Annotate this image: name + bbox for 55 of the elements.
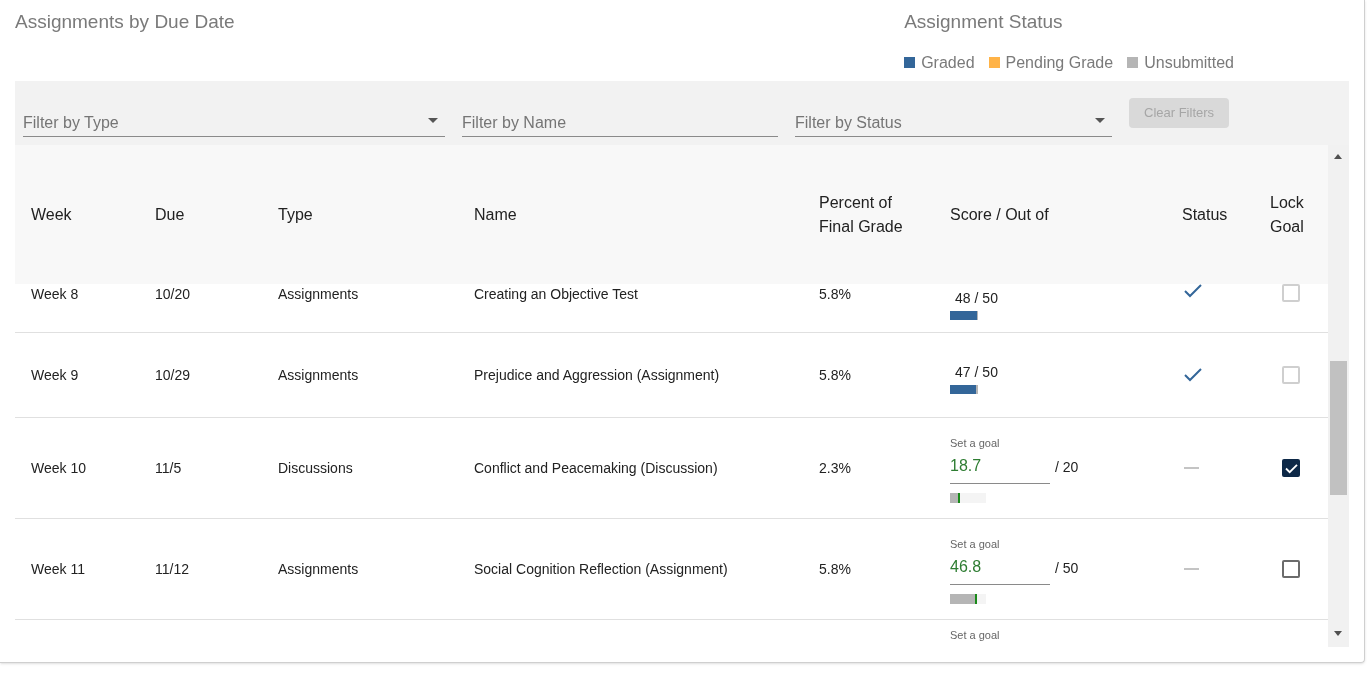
table-cell: Assignments: [278, 560, 359, 577]
column-header: Name: [474, 206, 517, 223]
table-cell: 10/20: [155, 286, 191, 302]
scroll-up-icon[interactable]: [1334, 154, 1342, 159]
table-cell: Week 8: [31, 286, 79, 302]
legend-label: Unsubmitted: [1144, 52, 1234, 73]
table-cell: 2.3%: [819, 459, 851, 476]
goal-label: Set a goal: [950, 629, 1000, 641]
table-cell: Assignments: [278, 286, 359, 302]
column-header: Due: [155, 206, 185, 223]
score-total: / 50: [974, 289, 998, 308]
lock-goal-checkbox[interactable]: [1282, 560, 1300, 578]
table-cell: Discussions: [278, 459, 353, 476]
column-header: Status: [1182, 206, 1228, 223]
legend-title: Assignment Status: [904, 10, 1064, 34]
scrollbar-thumb[interactable]: [1330, 361, 1347, 495]
table-cell: Conflict and Peacemaking (Discussion): [474, 459, 718, 476]
score-value: 47: [955, 363, 971, 382]
table-cell: 5.8%: [819, 286, 851, 302]
table-cell: Week 10: [31, 459, 86, 476]
scrollbar[interactable]: [1328, 145, 1349, 647]
table-cell: 11/12: [155, 560, 189, 577]
score-total: / 20: [1055, 457, 1079, 477]
filter-field[interactable]: Filter by Name: [462, 98, 778, 137]
lock-goal-checkbox[interactable]: [1282, 459, 1300, 477]
table-cell: 11/5: [155, 459, 182, 476]
table-cell: Prejudice and Aggression (Assignment): [474, 366, 720, 383]
column-header: Score / Out of: [950, 206, 1049, 223]
score-value: 48: [955, 289, 971, 308]
table-cell: Social Cognition Reflection (Assignment): [474, 560, 728, 577]
table-cell: Assignments: [278, 366, 359, 383]
section-title: Assignments by Due Date: [15, 10, 235, 34]
filter-dropdown[interactable]: Filter by Type: [23, 98, 445, 137]
goal-label: Set a goal: [950, 537, 1001, 553]
scroll-down-icon[interactable]: [1334, 631, 1342, 636]
filter-dropdown[interactable]: Filter by Status: [795, 98, 1112, 137]
table-cell: 5.8%: [819, 560, 851, 577]
score-total: / 50: [974, 363, 998, 382]
goal-label: Set a goal: [950, 436, 1001, 452]
column-header: Week: [31, 206, 72, 223]
column-header: Percent of Final Grade: [819, 194, 903, 235]
legend-label: Pending Grade: [1005, 52, 1114, 73]
goal-input-field[interactable]: 46.8: [950, 554, 1050, 585]
table-cell: 5.8%: [819, 366, 851, 383]
table-cell: 10/29: [155, 366, 191, 383]
column-header: Type: [278, 206, 313, 223]
score-total: / 50: [1055, 558, 1079, 578]
legend-label: Graded: [921, 52, 975, 73]
table-cell: Week 11: [31, 560, 85, 577]
table-cell: Creating an Objective Test: [474, 286, 638, 302]
caret-icon: [1095, 118, 1105, 123]
table-cell: Week 9: [31, 366, 79, 383]
column-header: Lock Goal: [1270, 194, 1304, 235]
caret-icon: [428, 118, 438, 123]
goal-input-field[interactable]: 18.7: [950, 453, 1050, 484]
